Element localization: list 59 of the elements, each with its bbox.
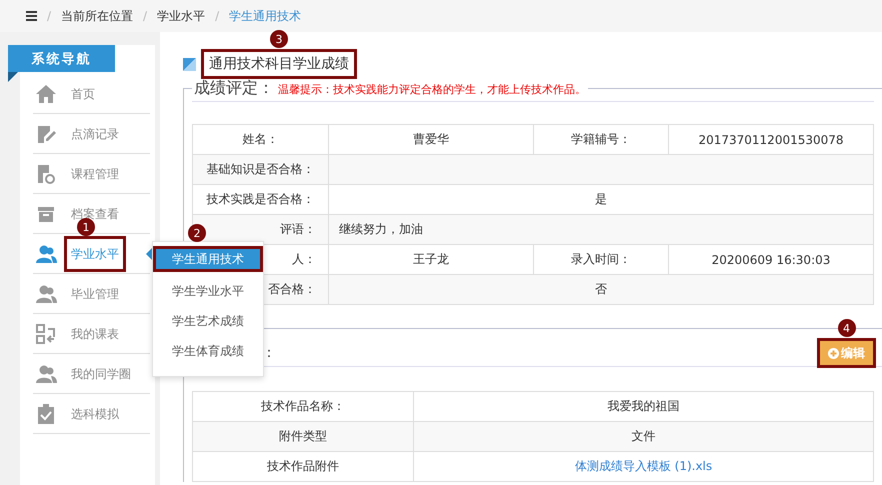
sidebar-label: 档案查看 [71, 208, 119, 220]
field-label: 技术作品名称： [192, 392, 414, 422]
field-label: 技术作品附件 [192, 452, 414, 482]
breadcrumb-separator: / [143, 9, 148, 23]
clipboard-icon [35, 402, 57, 424]
swap-icon [35, 322, 57, 344]
page-title: 通用技术科目学业成绩 [204, 52, 354, 76]
menu-icon[interactable] [26, 11, 37, 21]
field-label: 附件类型 [192, 422, 414, 452]
breadcrumb-item[interactable]: 学生通用技术 [229, 8, 302, 24]
people-icon [35, 242, 57, 264]
sidebar-label: 点滴记录 [71, 128, 119, 140]
ribbon-fold [8, 72, 18, 82]
home-icon [35, 82, 57, 104]
plus-circle-icon [828, 348, 839, 358]
breadcrumb-item[interactable]: 当前所在位置 [61, 8, 134, 24]
sidebar-item[interactable]: 首页 [33, 74, 150, 114]
sidebar-label: 首页 [71, 88, 95, 100]
sidebar-item[interactable]: 我的同学圈 [33, 354, 150, 394]
hint-text: 温馨提示：技术实践能力评定合格的学生，才能上传技术作品。 [278, 82, 586, 97]
file-link[interactable]: 体测成绩导入模板 (1).xls [414, 452, 874, 482]
sidebar-label: 我的课表 [71, 328, 119, 340]
field-value: 继续努力，加油 [328, 214, 874, 244]
field-label: 姓名： [192, 124, 328, 154]
sidebar-label: 课程管理 [71, 168, 119, 180]
field-label: 基础知识是否合格： [192, 154, 328, 184]
field-value: 否 [328, 274, 874, 304]
section-legend: ： [262, 344, 276, 362]
sidebar-item[interactable]: 选科模拟 [33, 394, 150, 434]
sidebar-title: 系统导航 [8, 45, 115, 72]
field-value: 2017370112001530078 [668, 124, 874, 154]
annotation-badge: 1 [77, 218, 95, 236]
menu-item[interactable]: 学生体育成绩 [153, 336, 263, 366]
sidebar-label: 毕业管理 [71, 288, 119, 300]
square-icon [183, 58, 196, 70]
field-value: 我爱我的祖国 [414, 392, 874, 422]
field-label: 学籍辅号： [534, 124, 668, 154]
annotation-badge: 3 [270, 30, 288, 48]
menu-item[interactable]: 学生通用技术 [153, 246, 263, 272]
sidebar-item[interactable]: 毕业管理 [33, 274, 150, 314]
field-value: 曹爱华 [328, 124, 534, 154]
breadcrumb-separator: / [215, 9, 220, 23]
sidebar-label: 我的同学圈 [71, 368, 131, 380]
sidebar-label: 选科模拟 [71, 408, 119, 420]
edit-button[interactable]: 编辑 [820, 341, 873, 365]
sidebar-item[interactable]: 我的课表 [33, 314, 150, 354]
sidebar-item[interactable]: 课程管理 [33, 154, 150, 194]
section-legend: 成绩评定： [194, 78, 274, 99]
sidebar-label: 学业水平 [67, 238, 123, 268]
course-icon [35, 162, 57, 184]
breadcrumb-item[interactable]: 学业水平 [157, 8, 206, 24]
field-value: 文件 [414, 422, 874, 452]
menu-item[interactable]: 学生艺术成绩 [153, 306, 263, 336]
sidebar-item[interactable]: 学业水平 [33, 234, 150, 274]
breadcrumb-separator: / [47, 9, 52, 23]
annotation-badge: 4 [838, 319, 856, 337]
people-icon [35, 282, 57, 304]
people-icon [35, 362, 57, 384]
sidebar-item[interactable]: 点滴记录 [33, 114, 150, 154]
